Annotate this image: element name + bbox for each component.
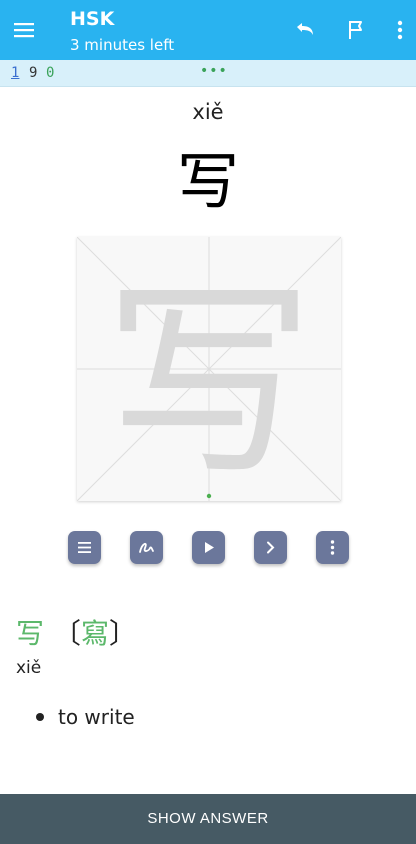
more-vert-icon[interactable] (388, 18, 412, 42)
panel-more-button[interactable] (316, 531, 349, 564)
entry-pinyin: xiě (16, 658, 42, 678)
flag-icon[interactable] (344, 18, 368, 42)
simplified-character: 写 (16, 617, 45, 650)
show-answer-button[interactable]: SHOW ANSWER (0, 794, 416, 844)
card-character: 写 (176, 145, 239, 218)
review-count: 0 (46, 65, 55, 81)
open-bracket: 〔 (52, 617, 81, 650)
more-vert-icon (330, 540, 335, 555)
close-bracket: 〕 (108, 617, 137, 650)
bullet-icon (36, 713, 44, 721)
more-dots-icon[interactable]: ••• (200, 63, 228, 79)
play-icon (205, 542, 214, 553)
next-button[interactable] (254, 531, 287, 564)
writing-grid: 写 (77, 237, 341, 501)
entry-heading: 写 〔寫〕 (16, 614, 137, 654)
learning-count: 9 (29, 65, 38, 81)
next-icon (267, 541, 275, 554)
guide-character: 写 (104, 260, 314, 501)
list-button[interactable] (68, 531, 101, 564)
menu-icon[interactable] (12, 18, 36, 42)
traditional-character: 寫 (80, 617, 109, 650)
card-pinyin: xiě (192, 100, 224, 124)
card-count-bar: 1 9 0 ••• (0, 60, 416, 87)
start-dot (206, 493, 212, 499)
app-bar: HSK 3 minutes left (0, 0, 416, 60)
time-left: 3 minutes left (70, 36, 175, 54)
deck-title: HSK (70, 8, 115, 30)
play-button[interactable] (192, 531, 225, 564)
list-icon (78, 542, 91, 553)
undo-icon[interactable] (293, 18, 317, 42)
definition-text: to write (58, 705, 135, 729)
new-count: 1 (11, 65, 20, 81)
writing-panel[interactable]: 写 (77, 237, 341, 501)
stroke-icon (139, 542, 154, 553)
stroke-order-button[interactable] (130, 531, 163, 564)
